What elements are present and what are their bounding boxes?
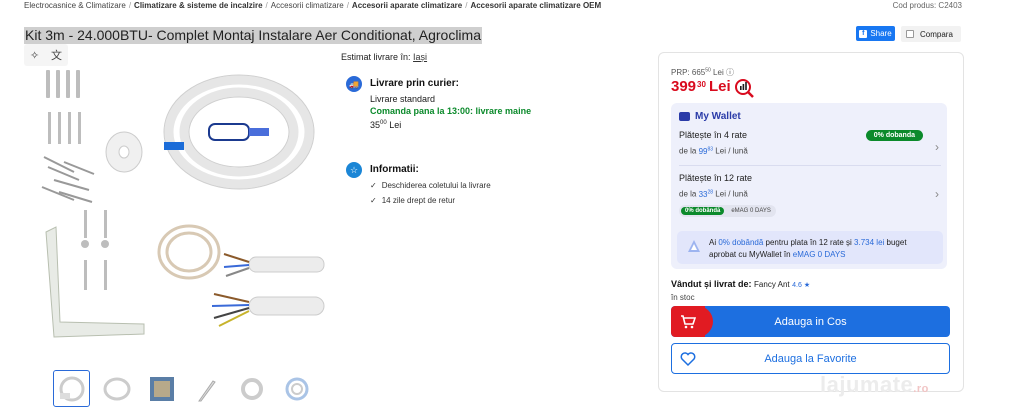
thumbnail[interactable]: [143, 370, 180, 407]
magic-wand-icon[interactable]: ✧: [30, 49, 39, 62]
recommended-price: PRP: 66550 Lei ⓘ: [671, 67, 734, 77]
wall-bracket-illustration: [45, 226, 145, 338]
current-price: 399 30 Lei: [671, 78, 731, 95]
add-to-cart-button[interactable]: Adauga in Cos: [671, 306, 950, 337]
installment-plan-4[interactable]: Plătește în 4 rate de la 9983 Lei / lună…: [679, 130, 941, 156]
facebook-share-button[interactable]: f Share: [856, 26, 895, 41]
courier-title: Livrare prin curier:: [370, 78, 459, 89]
info-circle-icon: ⓘ: [725, 68, 734, 77]
drain-hose-illustration: [157, 224, 221, 280]
page-title: Kit 3m - 24.000BTU- Complet Montaj Insta…: [24, 27, 482, 44]
heart-icon: [680, 352, 696, 367]
breadcrumb-item[interactable]: Electrocasnice & Climatizare: [24, 1, 126, 10]
chevron-right-icon: ›: [935, 187, 939, 201]
compare-checkbox[interactable]: [906, 30, 914, 38]
translate-icon[interactable]: 文: [51, 47, 62, 63]
thumbnail[interactable]: [233, 370, 270, 407]
breadcrumb-item[interactable]: Accesorii climatizare: [271, 1, 344, 10]
seller-info: Vândut și livrat de: Fancy Ant 4.6 ★: [671, 279, 811, 289]
product-code: Cod produs: C2403: [892, 1, 962, 10]
thumbnail-strip: [53, 370, 315, 407]
breadcrumb-item[interactable]: Accesorii aparate climatizare OEM: [470, 1, 601, 10]
mywallet-promo[interactable]: Ai 0% dobândă pentru plata în 12 rate și…: [677, 231, 943, 264]
stock-status: în stoc: [671, 293, 695, 302]
delivery-price: 3500 Lei: [370, 120, 402, 130]
chevron-right-icon: ›: [935, 140, 939, 154]
lajumate-watermark: lajumate.ro: [820, 372, 929, 397]
purchase-panel: PRP: 66550 Lei ⓘ 399 30 Lei My Wallet Plăt…: [658, 52, 964, 392]
cart-icon: [671, 306, 713, 337]
info-item: ✓ Deschiderea coletului la livrare: [370, 181, 491, 190]
standard-delivery: Livrare standard: [370, 94, 436, 104]
star-icon: ☆: [346, 162, 362, 178]
wallet-icon: [679, 112, 690, 121]
thumbnail[interactable]: [98, 370, 135, 407]
check-icon: ✓: [370, 181, 377, 190]
cable-illustration: [248, 256, 325, 273]
mywallet-promo-icon: [688, 240, 700, 252]
delivery-city-link[interactable]: Iași: [413, 52, 427, 62]
product-main-image[interactable]: [34, 62, 334, 342]
seller-name-link[interactable]: Fancy Ant: [754, 280, 790, 289]
mywallet-box: My Wallet Plătește în 4 rate de la 9983 …: [671, 103, 947, 269]
bolts-illustration: [81, 210, 109, 290]
price-history-icon[interactable]: [733, 77, 755, 99]
breadcrumb-item[interactable]: Accesorii aparate climatizare: [352, 1, 462, 10]
delivery-order-note: Comanda pana la 13:00: livrare maine: [370, 106, 532, 116]
installment-plan-12[interactable]: Plătește în 12 rate de la 3328 Lei / lun…: [679, 173, 941, 217]
check-icon: ✓: [370, 196, 377, 205]
screws-illustration: [41, 156, 95, 203]
thumbnail[interactable]: [53, 370, 90, 407]
zero-interest-badge: 0% dobanda: [865, 130, 923, 141]
mywallet-header: My Wallet: [679, 111, 741, 122]
thumbnail[interactable]: [278, 370, 315, 407]
delivery-section: Estimat livrare în: Iași 🚚 Livrare prin …: [341, 52, 631, 205]
compare-label: Compara: [920, 29, 953, 39]
info-title: Informatii:: [370, 164, 419, 175]
dowels-illustration: [46, 70, 81, 144]
delivery-estimate: Estimat livrare în: Iași: [341, 52, 428, 62]
info-item: ✓ 14 zile drept de retur: [370, 196, 456, 205]
seller-rating: 4.6 ★: [792, 282, 811, 289]
add-to-favorites-button[interactable]: Adauga la Favorite: [671, 343, 950, 374]
breadcrumb: Electrocasnice & Climatizare / Climatizare…: [24, 1, 602, 10]
thumbnail[interactable]: [188, 370, 225, 407]
emag-0-days-badge: eMAG 0 DAYS: [731, 207, 771, 214]
share-label: Share: [870, 29, 892, 38]
truck-icon: 🚚: [346, 76, 362, 92]
power-cable-illustration: [248, 296, 325, 316]
breadcrumb-item[interactable]: Climatizare & sisteme de incalzire: [134, 1, 263, 10]
zero-interest-badge: 0% dobândă: [681, 206, 725, 215]
facebook-icon: f: [859, 29, 868, 38]
compare-button[interactable]: Compara: [901, 26, 961, 42]
